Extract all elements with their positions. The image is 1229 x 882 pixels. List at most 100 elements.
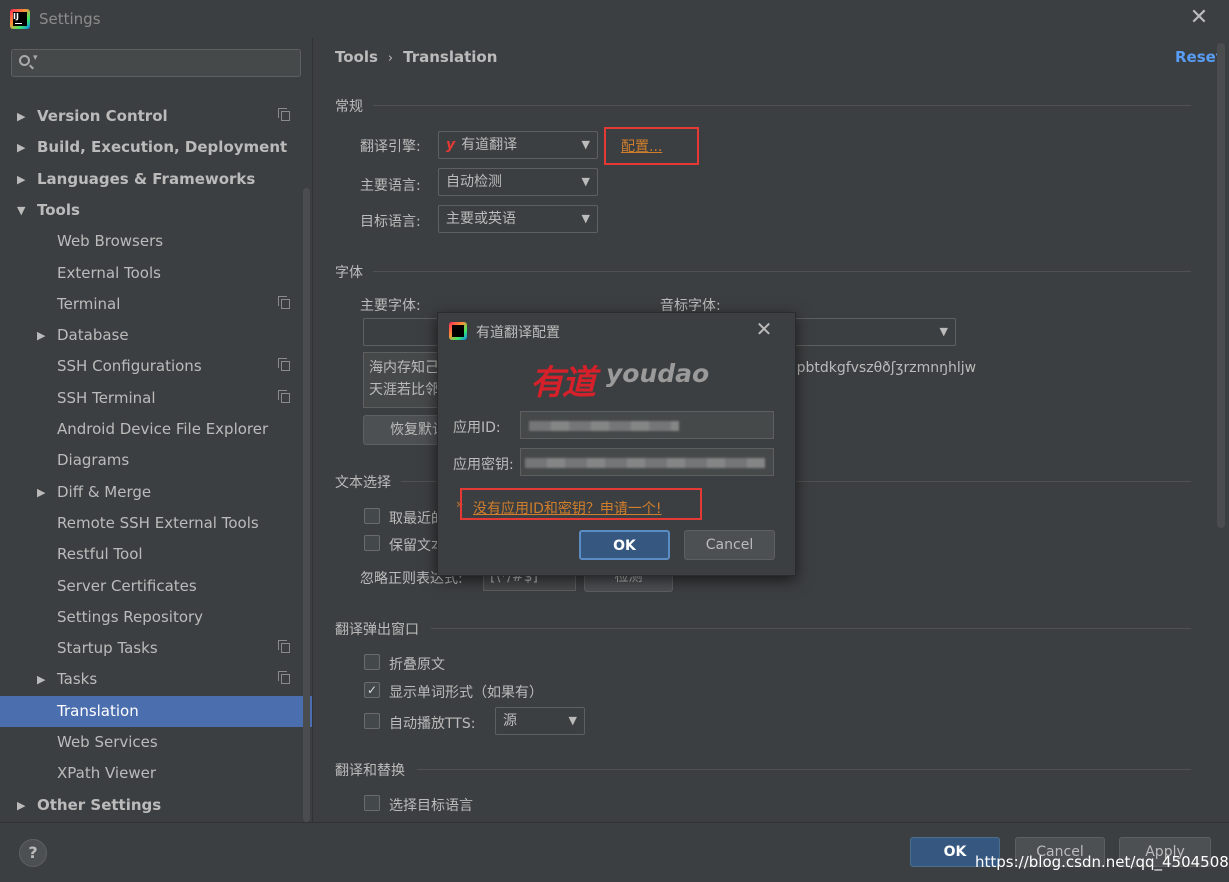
project-scope-icon xyxy=(278,389,290,403)
sidebar-item-label: Languages & Frameworks xyxy=(37,169,256,188)
sidebar-item-web-browsers[interactable]: Web Browsers xyxy=(0,226,312,257)
chevron-down-icon: ▼ xyxy=(581,138,590,151)
primary-language-select[interactable]: 自动检测 ▼ xyxy=(438,168,598,196)
sidebar-item-label: External Tools xyxy=(57,263,161,282)
general-section-title: 常规 xyxy=(335,99,363,115)
chevron-down-icon[interactable]: ▼ xyxy=(17,195,25,226)
sidebar-item-label: SSH Configurations xyxy=(57,357,202,376)
target-language-label: 目标语言: xyxy=(360,214,421,230)
nearest-word-checkbox[interactable] xyxy=(364,508,380,524)
sidebar-item-label: SSH Terminal xyxy=(57,388,156,407)
sidebar-item-diff-merge[interactable]: ▶ Diff & Merge xyxy=(0,477,312,508)
sidebar-item-ssh-terminal[interactable]: SSH Terminal xyxy=(0,383,312,414)
chevron-right-icon[interactable]: ▶ xyxy=(17,132,25,163)
sidebar-item-remote-ssh-external-tools[interactable]: Remote SSH External Tools xyxy=(0,508,312,539)
highlight-box xyxy=(604,127,699,165)
dialog-cancel-button[interactable]: Cancel xyxy=(684,530,775,560)
engine-select[interactable]: y 有道翻译 ▼ xyxy=(438,131,598,159)
chevron-right-icon[interactable]: ▶ xyxy=(37,477,45,508)
breadcrumb-current: Translation xyxy=(403,48,498,66)
chevron-right-icon[interactable]: ▶ xyxy=(17,164,25,195)
sidebar-item-other-settings[interactable]: ▶ Other Settings xyxy=(0,790,312,821)
chevron-right-icon[interactable]: ▶ xyxy=(17,790,25,821)
dialog-ok-button[interactable]: OK xyxy=(579,530,670,560)
sidebar-item-label: Terminal xyxy=(57,294,121,313)
select-target-checkbox[interactable] xyxy=(364,795,380,811)
highlight-box xyxy=(460,488,702,520)
breadcrumb-parent[interactable]: Tools xyxy=(335,48,378,66)
show-word-forms-checkbox[interactable]: ✓ xyxy=(364,682,380,698)
chevron-right-icon[interactable]: ▶ xyxy=(37,664,45,695)
engine-value: 有道翻译 xyxy=(461,137,518,153)
window-close-icon[interactable]: ✕ xyxy=(1188,7,1210,29)
content-scrollbar[interactable] xyxy=(1217,43,1225,528)
settings-search-input[interactable] xyxy=(11,49,301,77)
auto-tts-checkbox[interactable] xyxy=(364,713,380,729)
project-scope-icon xyxy=(278,295,290,309)
sidebar-item-restful-tool[interactable]: Restful Tool xyxy=(0,539,312,570)
section-divider xyxy=(417,769,1191,770)
youdao-config-dialog: 有道翻译配置 ✕ 有道 youdao 应用ID: 应用密钥: » 没有应用ID和… xyxy=(437,312,796,576)
breadcrumb: Tools › Translation xyxy=(335,48,497,66)
app-id-input[interactable] xyxy=(520,411,774,439)
sidebar-item-android-device-file-explorer[interactable]: Android Device File Explorer xyxy=(0,414,312,445)
sidebar-scrollbar[interactable] xyxy=(303,188,310,822)
sidebar-item-ssh-configurations[interactable]: SSH Configurations xyxy=(0,351,312,382)
text-selection-section-title: 文本选择 xyxy=(335,475,391,491)
tts-value: 源 xyxy=(503,713,517,729)
dialog-close-icon[interactable]: ✕ xyxy=(754,319,774,339)
youdao-logo-cn: 有道 xyxy=(530,363,596,403)
redacted-value xyxy=(525,458,765,468)
auto-tts-label: 自动播放TTS: xyxy=(389,716,476,732)
sidebar-item-diagrams[interactable]: Diagrams xyxy=(0,445,312,476)
chevron-right-icon[interactable]: ▶ xyxy=(17,101,25,132)
target-language-value: 主要或英语 xyxy=(446,211,516,227)
sidebar-item-xpath-viewer[interactable]: XPath Viewer xyxy=(0,758,312,789)
phonetic-preview: ɛpbtdkgfvszθðʃʒrzmnŋhljw xyxy=(789,360,977,376)
sidebar-item-translation[interactable]: Translation xyxy=(0,695,312,727)
target-language-select[interactable]: 主要或英语 ▼ xyxy=(438,205,598,233)
window-title: Settings xyxy=(39,10,101,28)
sidebar-item-label: Remote SSH External Tools xyxy=(57,513,259,532)
sidebar-item-label: Other Settings xyxy=(37,795,162,814)
intellij-app-icon xyxy=(449,322,467,340)
app-secret-label: 应用密钥: xyxy=(453,457,514,473)
sidebar-item-database[interactable]: ▶ Database xyxy=(0,320,312,351)
help-button[interactable]: ? xyxy=(19,839,47,867)
project-scope-icon xyxy=(278,358,290,372)
sidebar-item-version-control[interactable]: ▶ Version Control xyxy=(0,101,312,132)
sidebar-item-server-certificates[interactable]: Server Certificates xyxy=(0,571,312,602)
sidebar-item-label: Database xyxy=(57,326,129,345)
title-bar: IJ Settings ✕ xyxy=(0,0,1229,38)
keep-format-checkbox[interactable] xyxy=(364,535,380,551)
sidebar-item-languages-frameworks[interactable]: ▶ Languages & Frameworks xyxy=(0,164,312,195)
fold-original-checkbox[interactable] xyxy=(364,654,380,670)
primary-language-label: 主要语言: xyxy=(360,178,421,194)
settings-tree: ▶ Version Control ▶ Build, Execution, Deplo… xyxy=(0,101,312,822)
sidebar-item-label: XPath Viewer xyxy=(57,764,156,783)
sidebar-item-tools[interactable]: ▼ Tools xyxy=(0,195,312,226)
app-id-label: 应用ID: xyxy=(453,420,501,436)
sidebar-item-label: Settings Repository xyxy=(57,607,204,626)
sidebar-item-startup-tasks[interactable]: Startup Tasks xyxy=(0,633,312,664)
reset-link[interactable]: Reset xyxy=(1175,48,1223,66)
translate-replace-section-title: 翻译和替换 xyxy=(335,763,405,779)
youdao-logo-en: youdao xyxy=(606,359,710,388)
sidebar-item-web-services[interactable]: Web Services xyxy=(0,727,312,758)
sidebar-item-tasks[interactable]: ▶ Tasks xyxy=(0,664,312,695)
sidebar-item-terminal[interactable]: Terminal xyxy=(0,289,312,320)
font-section-title: 字体 xyxy=(335,265,363,281)
tts-select[interactable]: 源 ▼ xyxy=(495,707,585,735)
sidebar-item-settings-repository[interactable]: Settings Repository xyxy=(0,602,312,633)
sidebar-item-external-tools[interactable]: External Tools xyxy=(0,258,312,289)
sidebar-item-label: Server Certificates xyxy=(57,576,197,595)
project-scope-icon xyxy=(278,108,290,121)
app-secret-input[interactable] xyxy=(520,448,774,476)
show-word-forms-label: 显示单词形式（如果有） xyxy=(389,685,543,701)
sidebar-item-build-execution-deployment[interactable]: ▶ Build, Execution, Deployment xyxy=(0,132,312,163)
chevron-down-icon: ▼ xyxy=(581,212,590,225)
settings-sidebar: ▶ Version Control ▶ Build, Execution, Deplo… xyxy=(0,38,313,822)
sidebar-item-label: Web Services xyxy=(57,733,158,751)
chevron-right-icon[interactable]: ▶ xyxy=(37,320,45,351)
dialog-title: 有道翻译配置 xyxy=(476,325,560,341)
